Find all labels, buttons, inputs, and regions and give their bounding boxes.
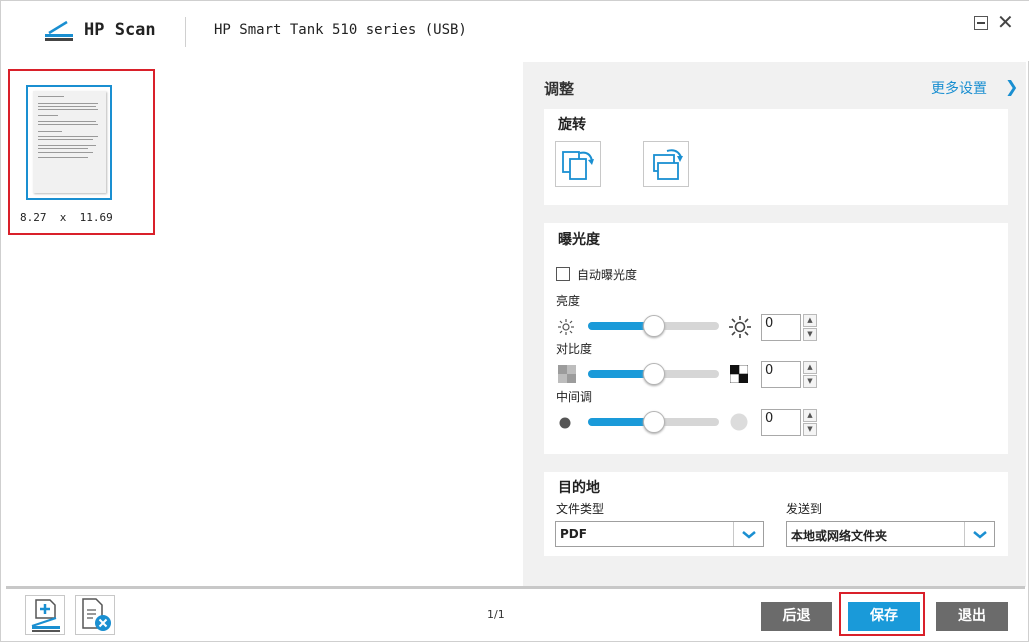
contrast-up-icon[interactable]: ▲ xyxy=(803,361,817,374)
chevron-right-icon[interactable]: ❯ xyxy=(1005,77,1018,96)
brightness-down-icon[interactable]: ▼ xyxy=(803,328,817,341)
contrast-slider-handle[interactable] xyxy=(643,363,665,385)
delete-page-button[interactable] xyxy=(75,595,115,635)
rotate-left-button[interactable] xyxy=(555,141,601,187)
page-size-label: 8.27 x 11.69 xyxy=(20,211,113,224)
rotate-right-icon xyxy=(653,149,683,180)
send-to-select[interactable]: 本地或网络文件夹 xyxy=(786,521,995,547)
minimize-icon[interactable] xyxy=(974,16,988,30)
midtone-label: 中间调 xyxy=(556,390,593,404)
title-bar: HP Scan HP Smart Tank 510 series (USB) ✕ xyxy=(1,1,1029,61)
rotate-title: 旋转 xyxy=(558,117,586,133)
contrast-down-icon[interactable]: ▼ xyxy=(803,375,817,388)
file-type-value: PDF xyxy=(560,527,587,541)
scanner-logo-icon xyxy=(45,20,73,41)
contrast-slider[interactable] xyxy=(588,363,719,385)
rotate-left-icon xyxy=(562,151,594,180)
auto-exposure-label: 自动曝光度 xyxy=(577,268,638,282)
brightness-label: 亮度 xyxy=(556,294,581,308)
contrast-label: 对比度 xyxy=(556,342,593,356)
brightness-up-icon[interactable]: ▲ xyxy=(803,314,817,327)
contrast-value[interactable]: 0 xyxy=(761,361,801,388)
add-page-icon xyxy=(31,599,60,632)
device-name: HP Smart Tank 510 series (USB) xyxy=(214,22,467,38)
rotate-section xyxy=(544,109,1008,205)
midtone-value[interactable]: 0 xyxy=(761,409,801,436)
contrast-low-icon xyxy=(558,365,576,383)
more-settings-link[interactable]: 更多设置 xyxy=(931,78,987,98)
file-type-label: 文件类型 xyxy=(556,502,605,516)
midtone-light-icon xyxy=(730,413,748,431)
midtone-spinner[interactable]: 0 ▲ ▼ xyxy=(761,409,817,436)
send-to-label: 发送到 xyxy=(786,502,823,516)
send-to-dropdown-button[interactable] xyxy=(964,522,994,546)
document-preview xyxy=(33,91,106,193)
delete-page-icon xyxy=(82,598,111,631)
file-type-dropdown-button[interactable] xyxy=(733,522,763,546)
hp-scan-window: HP Scan HP Smart Tank 510 series (USB) ✕… xyxy=(0,0,1029,642)
brightness-slider[interactable] xyxy=(588,315,719,337)
chevron-down-icon xyxy=(973,531,987,539)
midtone-slider-handle[interactable] xyxy=(643,411,665,433)
rotate-right-button[interactable] xyxy=(643,141,689,187)
brightness-slider-handle[interactable] xyxy=(643,315,665,337)
file-type-select[interactable]: PDF xyxy=(555,521,764,547)
panel-title: 调整 xyxy=(544,80,575,98)
midtone-dark-icon xyxy=(559,417,571,429)
destination-title: 目的地 xyxy=(558,480,600,496)
midtone-slider[interactable] xyxy=(588,411,719,433)
auto-exposure-checkbox[interactable] xyxy=(556,267,570,281)
midtone-down-icon[interactable]: ▼ xyxy=(803,423,817,436)
close-icon[interactable]: ✕ xyxy=(997,11,1014,33)
exit-button[interactable]: 退出 xyxy=(936,602,1008,631)
footer-divider xyxy=(6,586,1025,589)
contrast-spinner[interactable]: 0 ▲ ▼ xyxy=(761,361,817,388)
add-page-button[interactable] xyxy=(25,595,65,635)
contrast-high-icon xyxy=(730,365,748,383)
app-name: HP Scan xyxy=(84,20,156,40)
page-counter: 1/1 xyxy=(487,608,505,621)
sun-large-icon xyxy=(729,316,751,338)
header-divider xyxy=(185,17,186,47)
midtone-up-icon[interactable]: ▲ xyxy=(803,409,817,422)
brightness-spinner[interactable]: 0 ▲ ▼ xyxy=(761,314,817,341)
chevron-down-icon xyxy=(742,531,756,539)
save-button-highlight xyxy=(839,592,925,636)
brightness-value[interactable]: 0 xyxy=(761,314,801,341)
send-to-value: 本地或网络文件夹 xyxy=(791,529,888,543)
exposure-title: 曝光度 xyxy=(558,232,600,248)
page-thumbnail[interactable] xyxy=(26,85,112,200)
back-button[interactable]: 后退 xyxy=(761,602,832,631)
sun-small-icon xyxy=(558,319,574,335)
